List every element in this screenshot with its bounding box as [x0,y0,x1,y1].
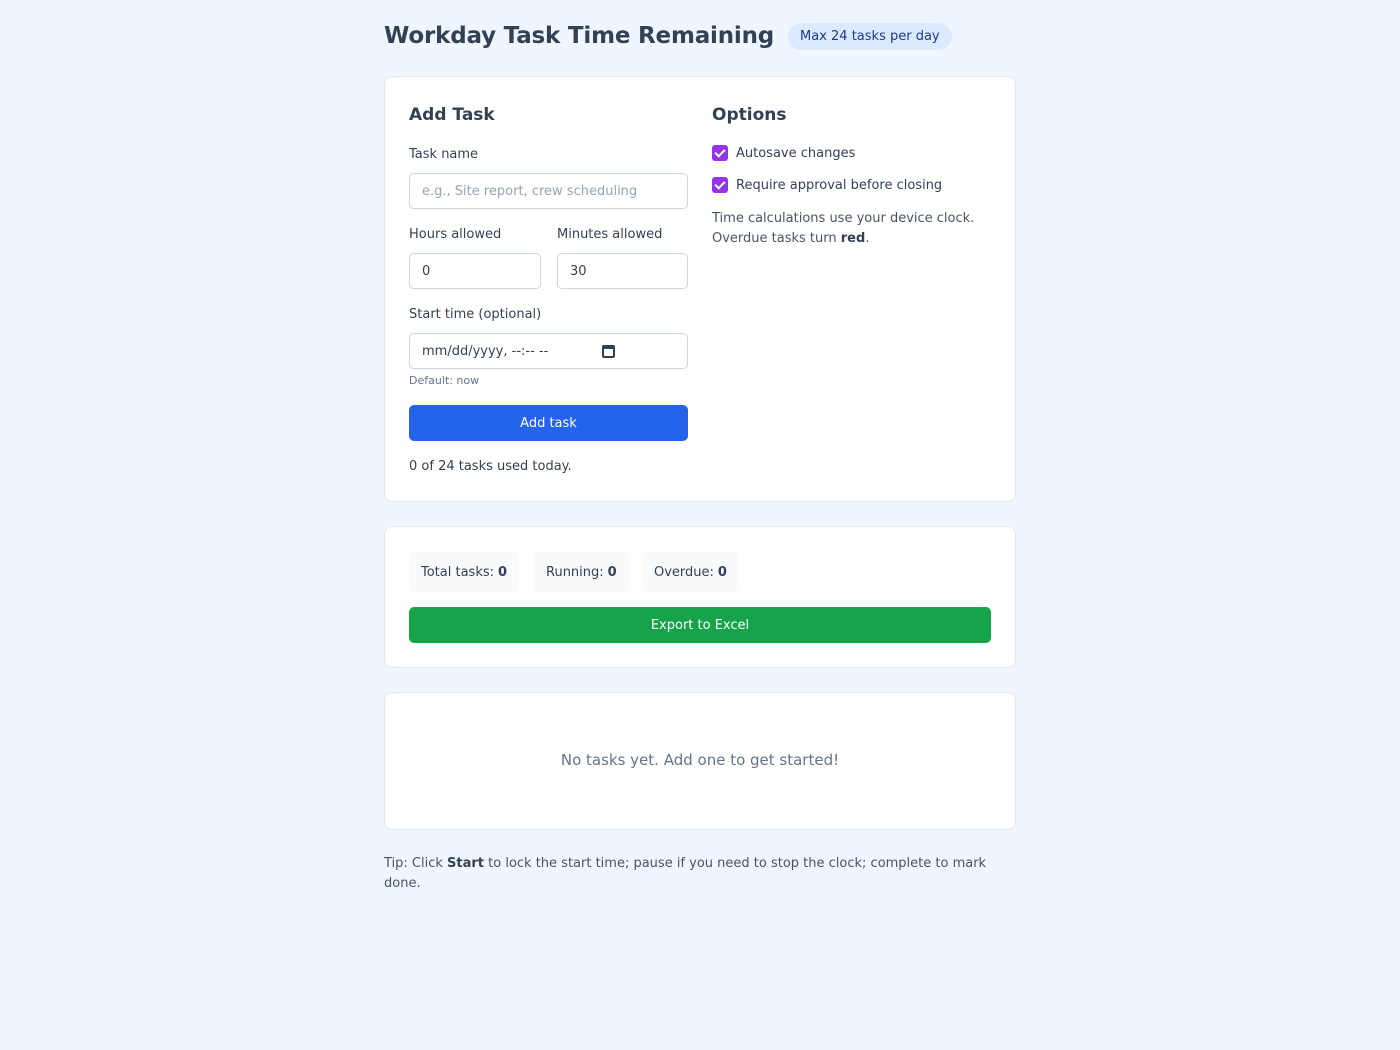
running-label: Running: [546,564,604,580]
start-time-input[interactable]: mm/dd/yyyy, --:-- -- [409,333,688,369]
running-value: 0 [607,564,617,580]
total-tasks-label: Total tasks: [421,564,495,580]
minutes-allowed-label: Minutes allowed [557,227,663,242]
autosave-checkbox[interactable] [712,145,728,161]
add-task-card: Add Task Task name Hours allowed Minutes… [384,76,1016,502]
minutes-allowed-input[interactable] [557,253,688,289]
empty-tasks-message: No tasks yet. Add one to get started! [560,751,840,769]
start-time-placeholder: mm/dd/yyyy, --:-- -- [422,343,549,359]
running-stat: Running: 0 [534,552,629,592]
add-task-button[interactable]: Add task [409,405,688,441]
options-note-line2: Overdue tasks turn red. [712,229,974,249]
tasks-used-text: 0 of 24 tasks used today. [409,459,572,474]
total-tasks-value: 0 [498,564,508,580]
approval-checkbox[interactable] [712,177,728,193]
max-tasks-badge: Max 24 tasks per day [788,22,952,50]
overdue-stat: Overdue: 0 [642,552,739,592]
calendar-icon[interactable] [602,345,615,358]
note-suffix: . [865,231,870,246]
task-list-card: No tasks yet. Add one to get started! [384,692,1016,830]
tip-prefix: Tip: Click [384,856,448,871]
options-heading: Options [712,105,787,125]
add-task-heading: Add Task [409,105,495,125]
options-note: Time calculations use your device clock.… [712,209,974,249]
tip-text: Tip: Click Start to lock the start time;… [384,854,1016,894]
note-prefix: Overdue tasks turn [712,231,841,246]
hours-allowed-label: Hours allowed [409,227,502,242]
note-red-word: red [840,231,866,246]
hours-allowed-input[interactable] [409,253,541,289]
export-excel-button[interactable]: Export to Excel [409,607,991,643]
approval-label: Require approval before closing [736,177,943,193]
autosave-label: Autosave changes [736,145,856,161]
overdue-label: Overdue: [654,564,714,580]
tip-start-word: Start [447,856,485,871]
start-time-label: Start time (optional) [409,307,542,322]
task-name-input[interactable] [409,173,688,209]
options-note-line1: Time calculations use your device clock. [712,211,975,226]
header: Workday Task Time Remaining Max 24 tasks… [384,18,952,54]
autosave-option[interactable]: Autosave changes [712,145,855,161]
total-tasks-stat: Total tasks: 0 [409,552,520,592]
overdue-value: 0 [717,564,727,580]
stats-card: Total tasks: 0 Running: 0 Overdue: 0 Export… [384,526,1016,668]
start-time-hint: Default: now [409,374,480,387]
task-name-label: Task name [409,147,479,162]
page-title: Workday Task Time Remaining [384,23,775,49]
approval-option[interactable]: Require approval before closing [712,177,942,193]
